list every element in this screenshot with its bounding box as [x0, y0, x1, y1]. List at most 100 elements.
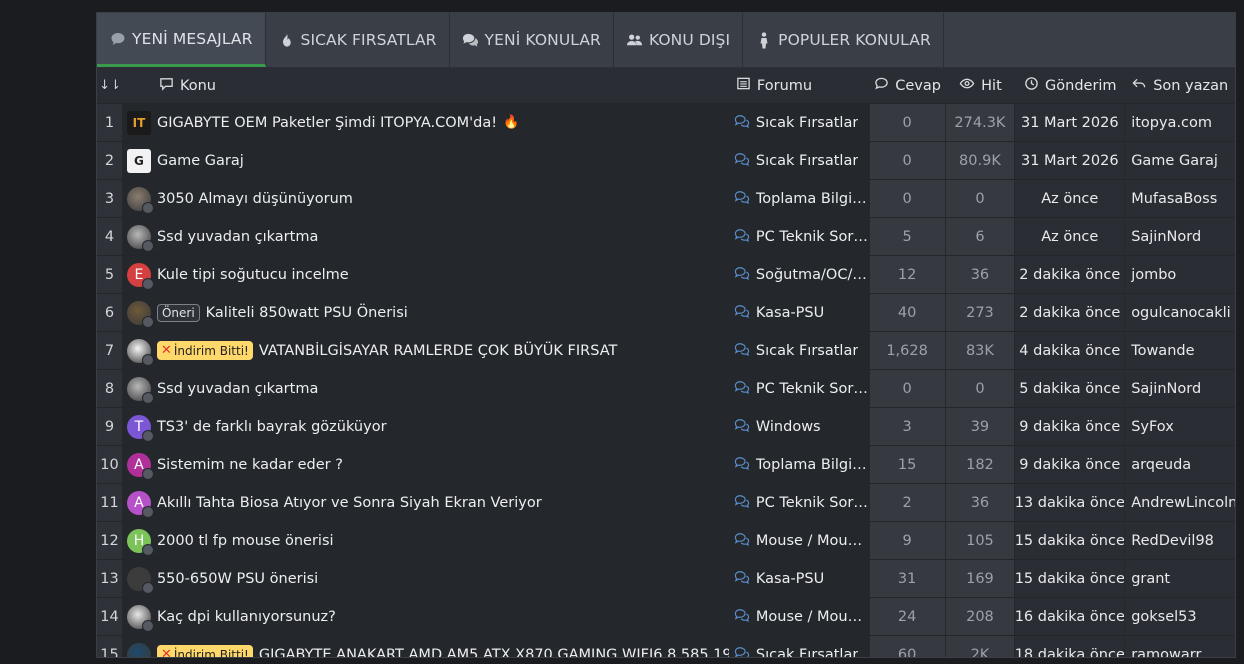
- column-date[interactable]: Gönderim: [1015, 68, 1125, 103]
- topic-cell[interactable]: Öneri Kaliteli 850watt PSU Önerisi: [122, 294, 730, 331]
- forum-cell[interactable]: Kasa-PSU: [729, 294, 870, 331]
- topic-cell[interactable]: E Kule tipi soğutucu incelme: [122, 256, 730, 293]
- forum-cell[interactable]: PC Teknik Sorunlar: [729, 370, 870, 407]
- topic-title-link[interactable]: Akıllı Tahta Biosa Atıyor ve Sonra Siyah…: [157, 495, 542, 511]
- table-row[interactable]: 10 A Sistemim ne kadar eder ? Toplama Bilgi…: [97, 446, 1235, 484]
- post-date[interactable]: 18 dakika önce: [1015, 636, 1126, 657]
- topic-cell[interactable]: A Akıllı Tahta Biosa Atıyor ve Sonra Siya…: [122, 484, 730, 521]
- topic-title-link[interactable]: Kaç dpi kullanıyorsunuz?: [157, 609, 336, 625]
- column-reply[interactable]: Cevap: [870, 68, 946, 103]
- topic-title-link[interactable]: 550-650W PSU önerisi: [157, 571, 318, 587]
- forum-cell[interactable]: Soğutma/OC/Modding: [729, 256, 870, 293]
- avatar[interactable]: [126, 642, 151, 657]
- post-date[interactable]: 2 dakika önce: [1015, 294, 1126, 331]
- last-poster-link[interactable]: ramowarr: [1125, 636, 1235, 657]
- post-date[interactable]: 15 dakika önce: [1015, 560, 1126, 597]
- forum-link[interactable]: Toplama Bilgisayar: [756, 191, 869, 207]
- column-topic[interactable]: Konu: [123, 68, 730, 103]
- topic-cell[interactable]: A Sistemim ne kadar eder ?: [122, 446, 730, 483]
- post-date[interactable]: 31 Mart 2026: [1015, 104, 1126, 141]
- forum-link[interactable]: Sıcak Fırsatlar: [756, 343, 858, 359]
- avatar[interactable]: [126, 376, 154, 404]
- avatar[interactable]: T: [126, 414, 154, 442]
- forum-cell[interactable]: Sıcak Fırsatlar: [729, 104, 870, 141]
- forum-link[interactable]: PC Teknik Sorunlar: [756, 381, 869, 397]
- forum-link[interactable]: Toplama Bilgisayar: [756, 457, 869, 473]
- avatar[interactable]: E: [126, 262, 154, 290]
- last-poster-link[interactable]: arqeuda: [1125, 446, 1235, 483]
- prefix-badge-indirim[interactable]: ✕ İndirim Bitti!: [156, 341, 253, 360]
- avatar[interactable]: G: [126, 148, 151, 173]
- forum-cell[interactable]: Sıcak Fırsatlar: [729, 142, 870, 179]
- avatar[interactable]: [126, 338, 154, 366]
- topic-title-link[interactable]: Ssd yuvadan çıkartma: [157, 381, 318, 397]
- last-poster-link[interactable]: jombo: [1125, 256, 1235, 293]
- table-row[interactable]: 12 H 2000 tl fp mouse önerisi Mouse / Mouse…: [97, 522, 1235, 560]
- table-row[interactable]: 3 3050 Almayı düşünüyorum Toplama Bilgisay…: [97, 180, 1235, 218]
- topic-cell[interactable]: 3050 Almayı düşünüyorum: [122, 180, 730, 217]
- forum-cell[interactable]: PC Teknik Sorunlar: [729, 484, 870, 521]
- post-date[interactable]: 4 dakika önce: [1015, 332, 1126, 369]
- last-poster-link[interactable]: RedDevil98: [1125, 522, 1235, 559]
- avatar[interactable]: A: [126, 490, 154, 518]
- topic-cell[interactable]: 550-650W PSU önerisi: [122, 560, 730, 597]
- topic-title-link[interactable]: GIGABYTE ANAKART AMD AM5 ATX X870 GAMING…: [259, 647, 729, 658]
- post-date[interactable]: 9 dakika önce: [1015, 408, 1126, 445]
- avatar[interactable]: [126, 186, 154, 214]
- forum-cell[interactable]: Mouse / Mousepad: [729, 522, 870, 559]
- last-poster-link[interactable]: itopya.com: [1125, 104, 1235, 141]
- topic-cell[interactable]: Ssd yuvadan çıkartma: [122, 370, 730, 407]
- forum-link[interactable]: Kasa-PSU: [756, 305, 824, 321]
- last-poster-link[interactable]: MufasaBoss: [1125, 180, 1235, 217]
- forum-cell[interactable]: Toplama Bilgisayar: [729, 180, 870, 217]
- last-poster-link[interactable]: ogulcanocakli: [1125, 294, 1235, 331]
- table-row[interactable]: 9 T TS3' de farklı bayrak gözüküyor Windows…: [97, 408, 1235, 446]
- table-row[interactable]: 13 550-650W PSU önerisi Kasa-PSU 31 169 15 da…: [97, 560, 1235, 598]
- table-row[interactable]: 6 Öneri Kaliteli 850watt PSU Önerisi Kasa-P…: [97, 294, 1235, 332]
- forum-link[interactable]: Soğutma/OC/Modding: [756, 267, 869, 283]
- table-row[interactable]: 15 ✕ İndirim Bitti! GIGABYTE ANAKART AMD AM…: [97, 636, 1235, 658]
- table-row[interactable]: 7 ✕ İndirim Bitti! VATANBİLGİSAYAR RAMLERDE…: [97, 332, 1235, 370]
- topic-title-link[interactable]: Game Garaj: [157, 153, 244, 169]
- forum-cell[interactable]: Kasa-PSU: [729, 560, 870, 597]
- table-row[interactable]: 11 A Akıllı Tahta Biosa Atıyor ve Sonra Si…: [97, 484, 1235, 522]
- topic-title-link[interactable]: GIGABYTE OEM Paketler Şimdi ITOPYA.COM'd…: [157, 115, 497, 131]
- sort-toggle[interactable]: ↓⇂: [97, 68, 123, 103]
- forum-cell[interactable]: Sıcak Fırsatlar: [729, 332, 870, 369]
- forum-link[interactable]: PC Teknik Sorunlar: [756, 229, 869, 245]
- avatar[interactable]: A: [126, 452, 154, 480]
- post-date[interactable]: 9 dakika önce: [1015, 446, 1126, 483]
- avatar[interactable]: [126, 300, 154, 328]
- topic-cell[interactable]: IT GIGABYTE OEM Paketler Şimdi ITOPYA.COM…: [122, 104, 730, 141]
- post-date[interactable]: Az önce: [1015, 180, 1126, 217]
- last-poster-link[interactable]: grant: [1125, 560, 1235, 597]
- table-row[interactable]: 14 Kaç dpi kullanıyorsunuz? Mouse / Mousep…: [97, 598, 1235, 636]
- forum-link[interactable]: Windows: [756, 419, 821, 435]
- topic-title-link[interactable]: 2000 tl fp mouse önerisi: [157, 533, 334, 549]
- column-hit[interactable]: Hit: [946, 68, 1016, 103]
- forum-link[interactable]: Sıcak Fırsatlar: [756, 153, 858, 169]
- last-poster-link[interactable]: SajinNord: [1125, 370, 1235, 407]
- avatar[interactable]: [126, 224, 154, 252]
- tab-sicak-firsatlar[interactable]: SICAK FIRSATLAR: [266, 13, 450, 67]
- table-row[interactable]: 5 E Kule tipi soğutucu incelme Soğutma/OC/M…: [97, 256, 1235, 294]
- forum-link[interactable]: Mouse / Mousepad: [756, 609, 869, 625]
- topic-title-link[interactable]: TS3' de farklı bayrak gözüküyor: [157, 419, 387, 435]
- avatar[interactable]: H: [126, 528, 154, 556]
- topic-cell[interactable]: Kaç dpi kullanıyorsunuz?: [122, 598, 730, 635]
- avatar[interactable]: [126, 604, 154, 632]
- topic-title-link[interactable]: Ssd yuvadan çıkartma: [157, 229, 318, 245]
- table-row[interactable]: 4 Ssd yuvadan çıkartma PC Teknik Sorunlar5…: [97, 218, 1235, 256]
- forum-link[interactable]: PC Teknik Sorunlar: [756, 495, 869, 511]
- topic-title-link[interactable]: VATANBİLGİSAYAR RAMLERDE ÇOK BÜYÜK FIRSA…: [259, 343, 618, 359]
- tab-yeni̇-mesajlar[interactable]: YENİ MESAJLAR: [97, 13, 266, 67]
- prefix-badge-indirim[interactable]: ✕ İndirim Bitti!: [156, 645, 253, 657]
- last-poster-link[interactable]: AndrewLincoln: [1125, 484, 1235, 521]
- topic-cell[interactable]: ✕ İndirim Bitti! VATANBİLGİSAYAR RAMLERDE …: [122, 332, 730, 369]
- topic-cell[interactable]: T TS3' de farklı bayrak gözüküyor: [122, 408, 730, 445]
- forum-cell[interactable]: PC Teknik Sorunlar: [729, 218, 870, 255]
- forum-cell[interactable]: Toplama Bilgisayar: [729, 446, 870, 483]
- prefix-badge-oneri[interactable]: Öneri: [156, 303, 200, 322]
- tab-konu-dişi[interactable]: KONU DIŞI: [614, 13, 744, 67]
- table-row[interactable]: 8Ssd yuvadan çıkartmaPC Teknik Sorunlar0…: [97, 370, 1235, 408]
